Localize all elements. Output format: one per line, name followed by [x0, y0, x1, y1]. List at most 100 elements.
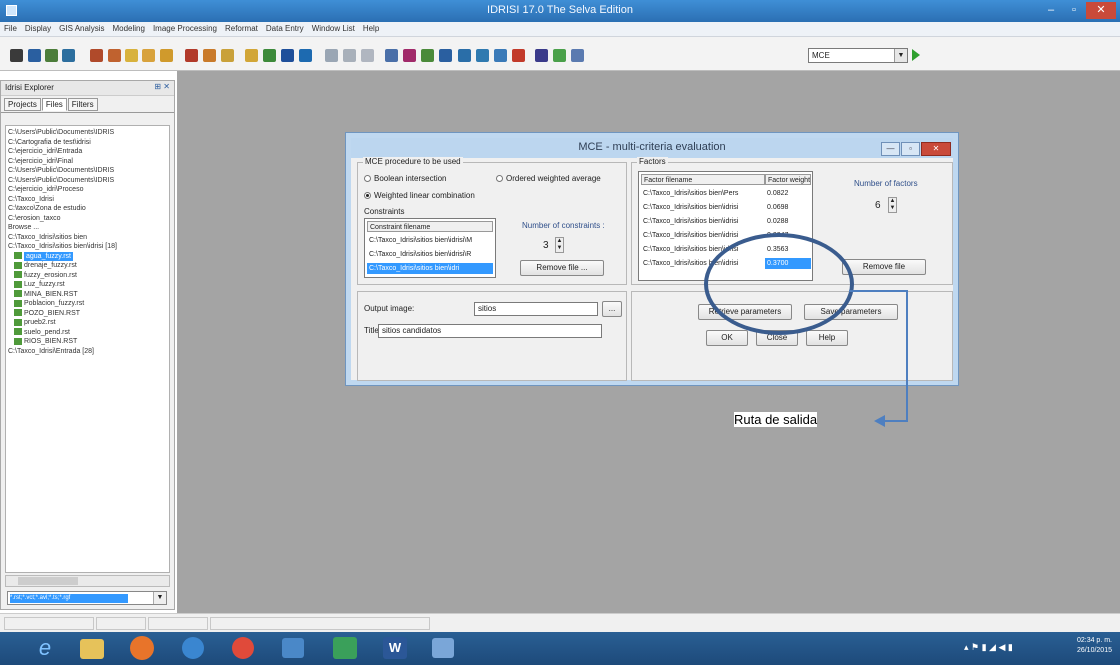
tree-folder-item[interactable]: C:\Taxco_Idrisi\sitios bien [8, 233, 167, 243]
help-button[interactable]: Help [806, 330, 848, 346]
minimize-button[interactable]: – [1038, 2, 1064, 19]
tree-file-item[interactable]: agua_fuzzy.rst [8, 251, 167, 261]
tree-file-item[interactable]: fuzzy_erosion.rst [8, 271, 167, 281]
toolbar-icon-14[interactable] [263, 49, 276, 62]
toolbar-icon-1[interactable] [10, 49, 23, 62]
dialog-maximize-button[interactable]: ▫ [901, 142, 920, 156]
ie-icon[interactable]: e [30, 635, 60, 662]
toolbar-icon-30[interactable] [571, 49, 584, 62]
tree-folder-item[interactable]: C:\Users\Public\Documents\IDRIS [8, 128, 167, 138]
toolbar-icon-9[interactable] [160, 49, 173, 62]
tree-folder-item[interactable]: C:\Taxco_Idrisi\Entrada [28] [8, 347, 167, 357]
tree-folder-item[interactable]: C:\taxco\Zona de estudio [8, 204, 167, 214]
toolbar-icon-10[interactable] [185, 49, 198, 62]
dialog-minimize-button[interactable]: — [881, 142, 900, 156]
module-combo[interactable]: MCE ▼ [808, 48, 908, 63]
toolbar-icon-21[interactable] [403, 49, 416, 62]
maximize-button[interactable]: ▫ [1064, 2, 1084, 19]
toolbar-icon-6[interactable] [108, 49, 121, 62]
tree-folder-item[interactable]: C:\Cartografia de test\idrisi [8, 138, 167, 148]
menu-file[interactable]: File [0, 22, 21, 33]
constraint-row[interactable]: C:\Taxco_Idrisi\sitios bien\idri [367, 263, 493, 274]
tree-folder-item[interactable]: C:\Taxco_Idrisi\sitios bien\idrisi [18] [8, 242, 167, 252]
ok-button[interactable]: OK [706, 330, 748, 346]
tree-file-item[interactable]: suelo_pend.rst [8, 328, 167, 338]
radio-boolean[interactable]: Boolean intersection [364, 174, 447, 183]
menu-window-list[interactable]: Window List [308, 22, 359, 33]
remove-factor-button[interactable]: Remove file [842, 259, 926, 275]
toolbar-icon-25[interactable] [476, 49, 489, 62]
radio-wlc[interactable]: Weighted linear combination [364, 191, 475, 200]
toolbar-icon-7[interactable] [125, 49, 138, 62]
factor-weight-cell[interactable]: 0.0288 [765, 216, 811, 227]
menu-data-entry[interactable]: Data Entry [262, 22, 308, 33]
menu-gis-analysis[interactable]: GIS Analysis [55, 22, 108, 33]
menu-display[interactable]: Display [21, 22, 55, 33]
menu-modeling[interactable]: Modeling [108, 22, 148, 33]
toolbar-icon-26[interactable] [494, 49, 507, 62]
word-icon[interactable]: W [383, 637, 407, 659]
toolbar-icon-13[interactable] [245, 49, 258, 62]
constraints-spinner[interactable]: ▲ ▼ [555, 237, 564, 253]
toolbar-icon-12[interactable] [221, 49, 234, 62]
output-browse-button[interactable]: ... [602, 301, 622, 317]
explorer-pin-icon[interactable]: ⊞ ✕ [154, 82, 170, 91]
toolbar-icon-16[interactable] [299, 49, 312, 62]
chrome-icon[interactable] [232, 637, 254, 659]
toolbar-icon-19[interactable] [361, 49, 374, 62]
menu-help[interactable]: Help [359, 22, 383, 33]
chevron-down-icon[interactable]: ▼ [894, 49, 907, 62]
tab-files[interactable]: Files [41, 98, 67, 111]
tree-folder-item[interactable]: C:\ejercicio_idri\Proceso [8, 185, 167, 195]
toolbar-icon-24[interactable] [458, 49, 471, 62]
tree-folder-item[interactable]: Browse ... [8, 223, 167, 233]
tab-projects[interactable]: Projects [4, 98, 41, 111]
tree-file-item[interactable]: drenaje_fuzzy.rst [8, 261, 167, 271]
remove-constraint-button[interactable]: Remove file ... [520, 260, 604, 276]
explorer-icon[interactable] [80, 639, 104, 659]
toolbar-icon-27[interactable] [512, 49, 525, 62]
radio-owa[interactable]: Ordered weighted average [496, 174, 601, 183]
tree-file-item[interactable]: Poblacion_fuzzy.rst [8, 299, 167, 309]
tray-time[interactable]: 02:34 p. m. [1077, 637, 1112, 644]
toolbar-icon-17[interactable] [325, 49, 338, 62]
tree-folder-item[interactable]: C:\Users\Public\Documents\IDRIS [8, 166, 167, 176]
toolbar-icon-5[interactable] [90, 49, 103, 62]
scrollbar-thumb[interactable] [18, 577, 78, 585]
firefox-icon[interactable] [130, 636, 154, 660]
tray-icons[interactable]: ▴ ⚑ ▮ ◢ ◀ ▮ [964, 642, 1013, 653]
constraint-list[interactable]: Constraint filename C:\Taxco_Idrisi\siti… [364, 218, 496, 278]
factors-spinner[interactable]: ▲ ▼ [888, 197, 897, 213]
factor-weight-cell[interactable]: 0.0698 [765, 202, 811, 213]
toolbar-icon-8[interactable] [142, 49, 155, 62]
tree-file-item[interactable]: MINA_BIEN.RST [8, 290, 167, 300]
factor-weight-cell[interactable]: 0.0822 [765, 188, 811, 199]
toolbar-icon-3[interactable] [45, 49, 58, 62]
toolbar-icon-2[interactable] [28, 49, 41, 62]
output-image-field[interactable]: sitios [474, 302, 598, 316]
tree-file-item[interactable]: RIOS_BIEN.RST [8, 337, 167, 347]
factor-file-cell[interactable]: C:\Taxco_Idrisi\sitios bien\Pers [641, 188, 765, 199]
tree-folder-item[interactable]: C:\Taxco_Idrisi [8, 195, 167, 205]
menu-image-processing[interactable]: Image Processing [149, 22, 221, 33]
dialog-close-button[interactable]: ✕ [921, 142, 951, 156]
constraint-header[interactable]: Constraint filename [367, 221, 493, 232]
toolbar-icon-18[interactable] [343, 49, 356, 62]
toolbar-icon-20[interactable] [385, 49, 398, 62]
tree-file-item[interactable]: POZO_BIEN.RST [8, 309, 167, 319]
horizontal-scrollbar[interactable] [5, 575, 170, 587]
app-icon[interactable] [282, 638, 304, 658]
toolbar-icon-23[interactable] [439, 49, 452, 62]
constraint-row[interactable]: C:\Taxco_Idrisi\sitios bien\idrisi\R [367, 249, 493, 260]
toolbar-icon-15[interactable] [281, 49, 294, 62]
tray-date[interactable]: 26/10/2015 [1077, 647, 1112, 654]
factor-file-cell[interactable]: C:\Taxco_Idrisi\sitios bien\idrisi [641, 216, 765, 227]
chevron-down-icon[interactable]: ▼ [153, 592, 166, 604]
tree-folder-item[interactable]: C:\ejercicio_idri\Final [8, 157, 167, 167]
toolbar-icon-4[interactable] [62, 49, 75, 62]
tab-filters[interactable]: Filters [67, 98, 98, 111]
app-icon[interactable] [432, 638, 454, 658]
toolbar-icon-11[interactable] [203, 49, 216, 62]
run-icon[interactable] [912, 49, 920, 61]
tree-folder-item[interactable]: C:\Users\Public\Documents\IDRIS [8, 176, 167, 186]
